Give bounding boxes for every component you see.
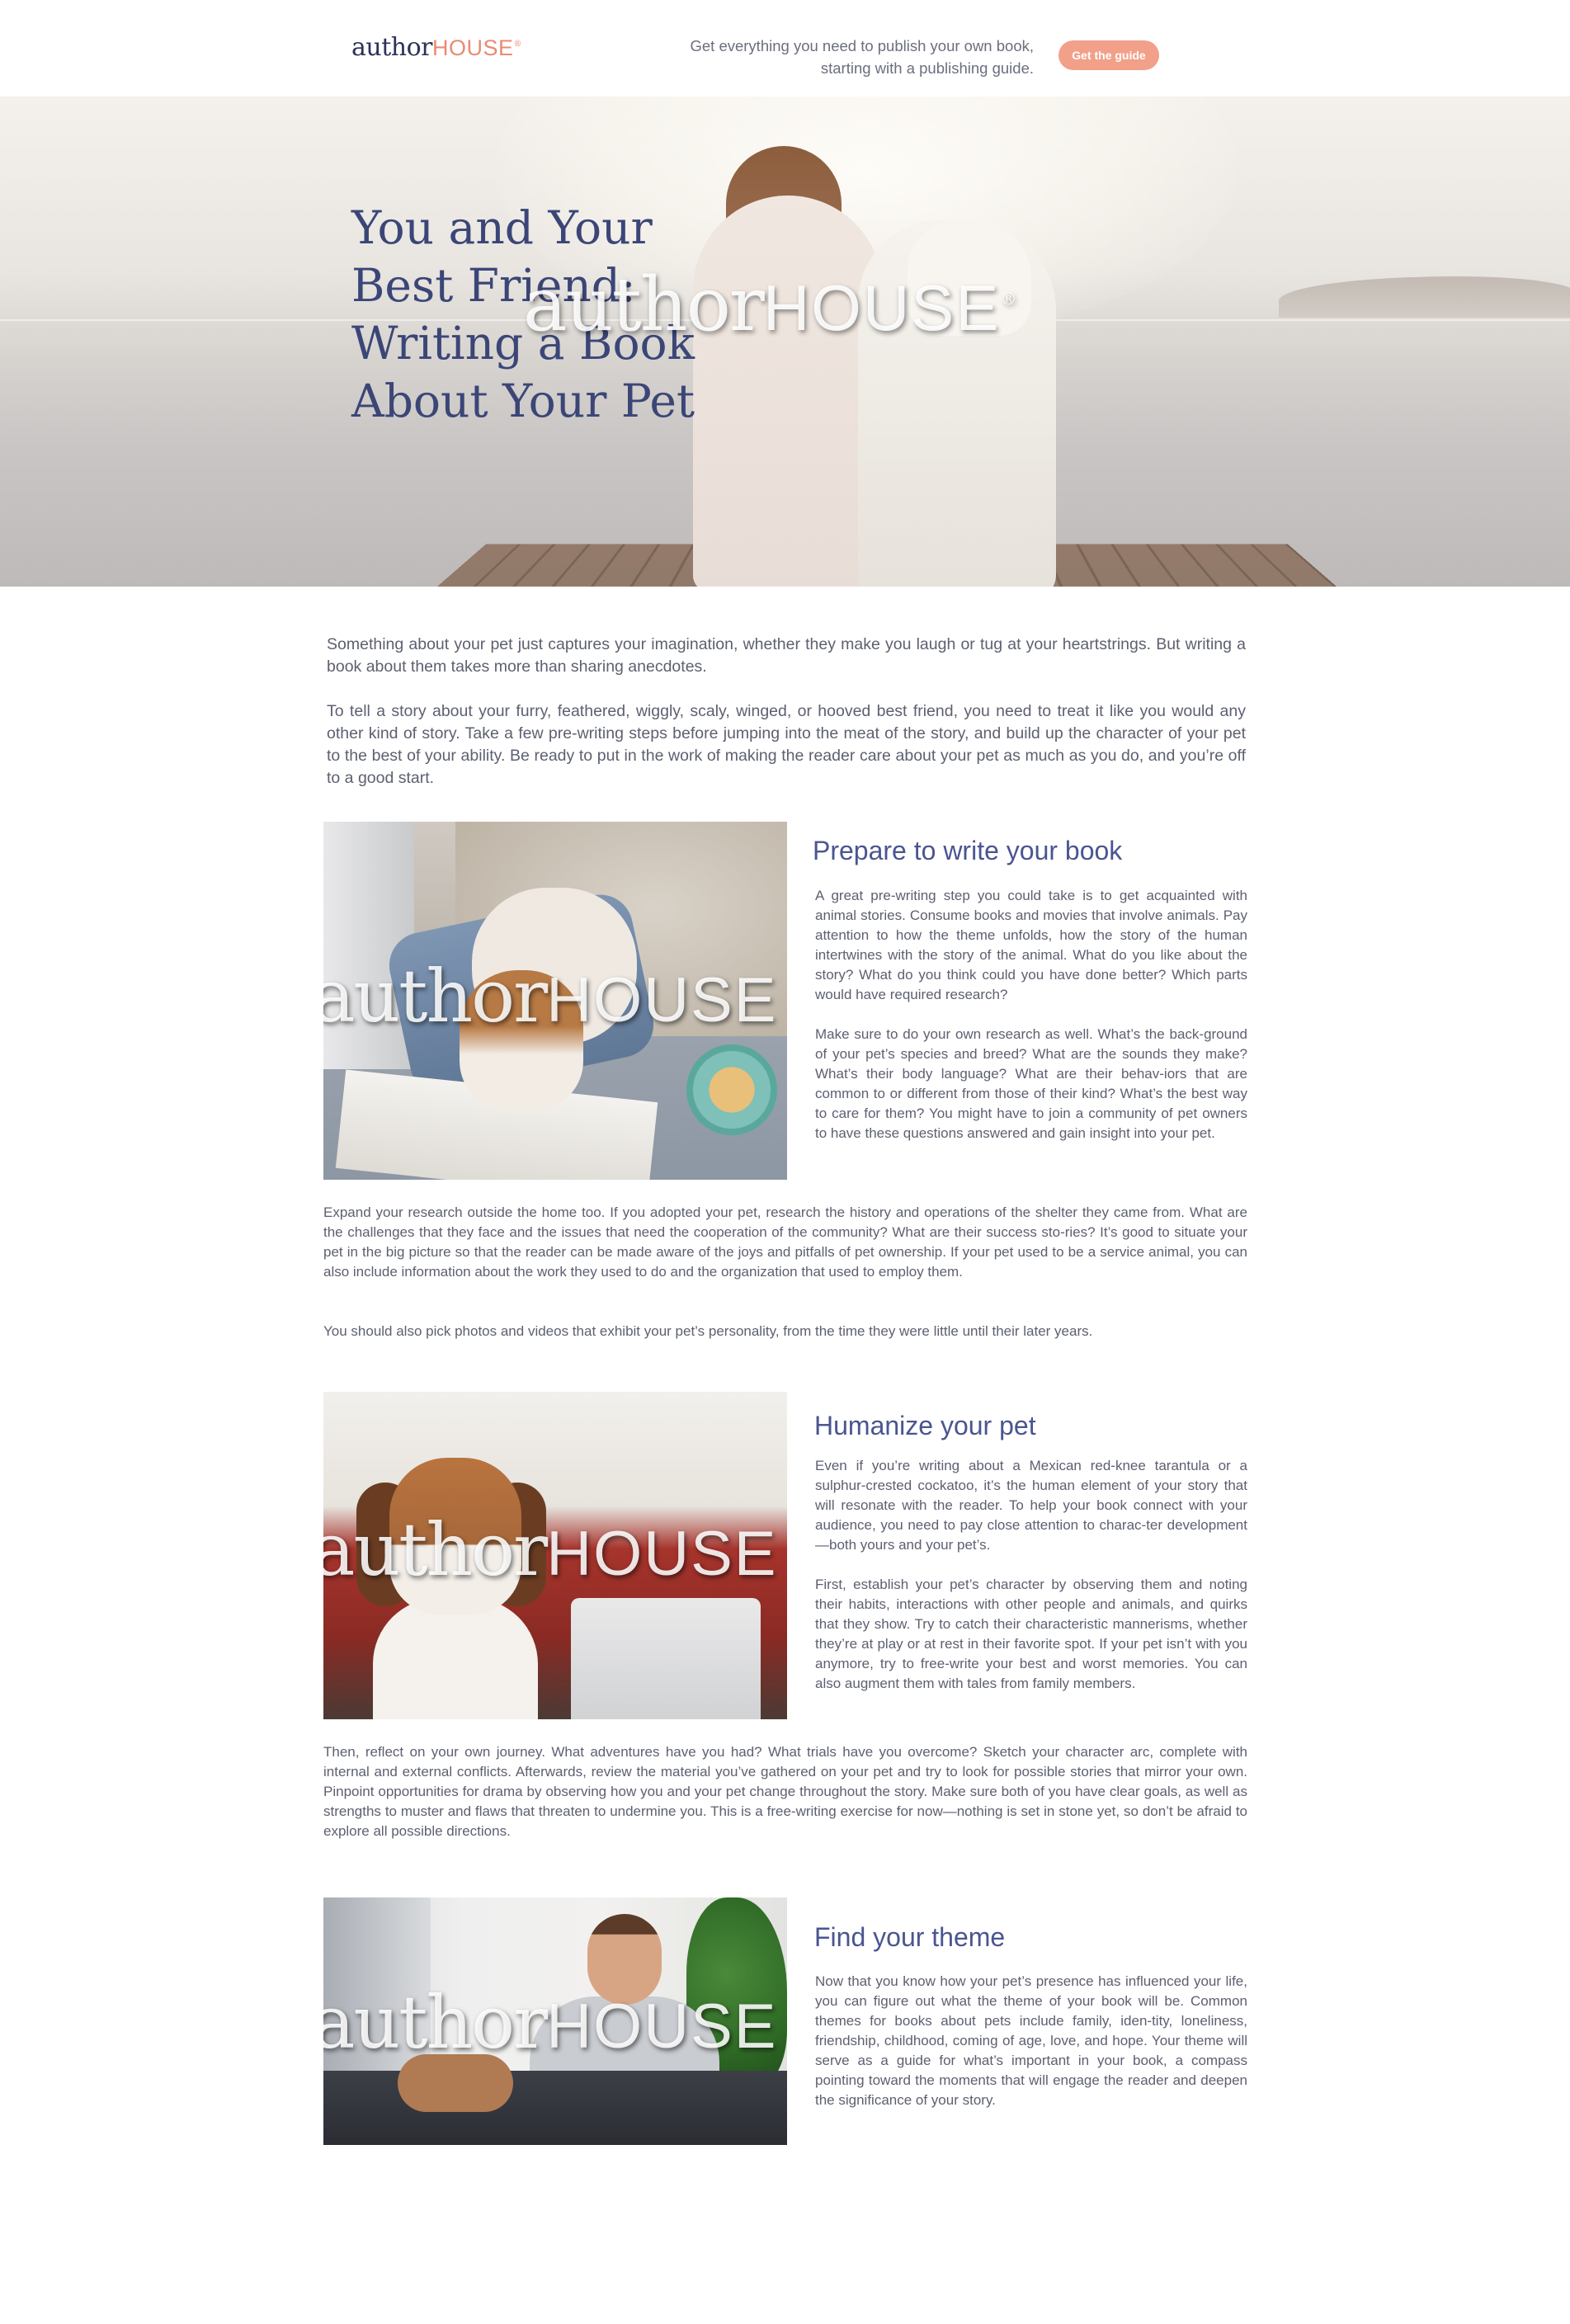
photo-couch [323,2071,787,2145]
photo-watermark: authorHOUSE [323,954,778,1039]
journey-paragraph: Then, reflect on your own journey. What … [323,1744,1247,1839]
research-paragraph: Expand your research outside the home to… [323,1204,1247,1280]
hero-title-line-4: About Your Pet [351,375,695,427]
section-title-prepare: Prepare to write your book [813,836,1123,865]
intro-paragraph-1: Something about your pet just captures y… [327,635,1246,676]
beagle-laptop-photo: authorHOUSE [323,1392,787,1719]
tagline-line-2: starting with a publishing guide. [820,59,1034,77]
prepare-paragraph-1: A great pre-writing step you could take … [815,888,1247,1002]
photo-beagle-body [373,1598,538,1719]
photo-laptop [571,1598,761,1719]
watermark-author: author [323,1507,548,1592]
logo-author-text: author [351,33,433,62]
hero-banner: You and Your Best Friend: Writing a Book… [0,97,1570,587]
man-with-dog-photo: authorHOUSE [323,1897,787,2145]
site-header: authorHOUSE® Get everything you need to … [0,0,1570,97]
hero-watermark: authorHOUSE® [523,262,1016,348]
get-the-guide-button[interactable]: Get the guide [1058,40,1159,70]
photo-tea-cup [686,1044,777,1135]
header-tagline: Get everything you need to publish your … [605,35,1034,79]
dog-reading-photo: authorHOUSE [323,822,787,1180]
watermark-house: HOUSE [762,271,1001,344]
logo-house-text: HOUSE [432,35,514,60]
photo-watermark: authorHOUSE [323,1980,778,2065]
hero-title-line-1: You and Your [351,201,653,254]
watermark-reg: ® [1000,289,1016,309]
intro-paragraph-2: To tell a story about your furry, feathe… [327,702,1246,787]
photos-paragraph: You should also pick photos and videos t… [323,1323,1093,1339]
watermark-author: author [323,954,548,1039]
watermark-house: HOUSE [546,1992,778,2062]
photo-watermark: authorHOUSE [323,1507,778,1592]
humanize-paragraph-2: First, establish your pet’s character by… [815,1577,1247,1691]
watermark-house: HOUSE [546,965,778,1035]
watermark-house: HOUSE [546,1519,778,1589]
authorhouse-logo[interactable]: authorHOUSE® [351,33,522,62]
theme-paragraph: Now that you know how your pet’s presenc… [815,1973,1247,2108]
hero-island [1279,276,1570,318]
tagline-line-1: Get everything you need to publish your … [690,37,1034,54]
section-title-theme: Find your theme [814,1922,1006,1952]
humanize-paragraph-1: Even if you’re writing about a Mexican r… [815,1458,1247,1553]
prepare-paragraph-2: Make sure to do your own research as wel… [815,1026,1247,1141]
logo-registered-mark: ® [513,40,522,49]
section-title-humanize: Humanize your pet [814,1411,1036,1440]
watermark-author: author [323,1980,548,2065]
watermark-author: author [523,262,765,348]
